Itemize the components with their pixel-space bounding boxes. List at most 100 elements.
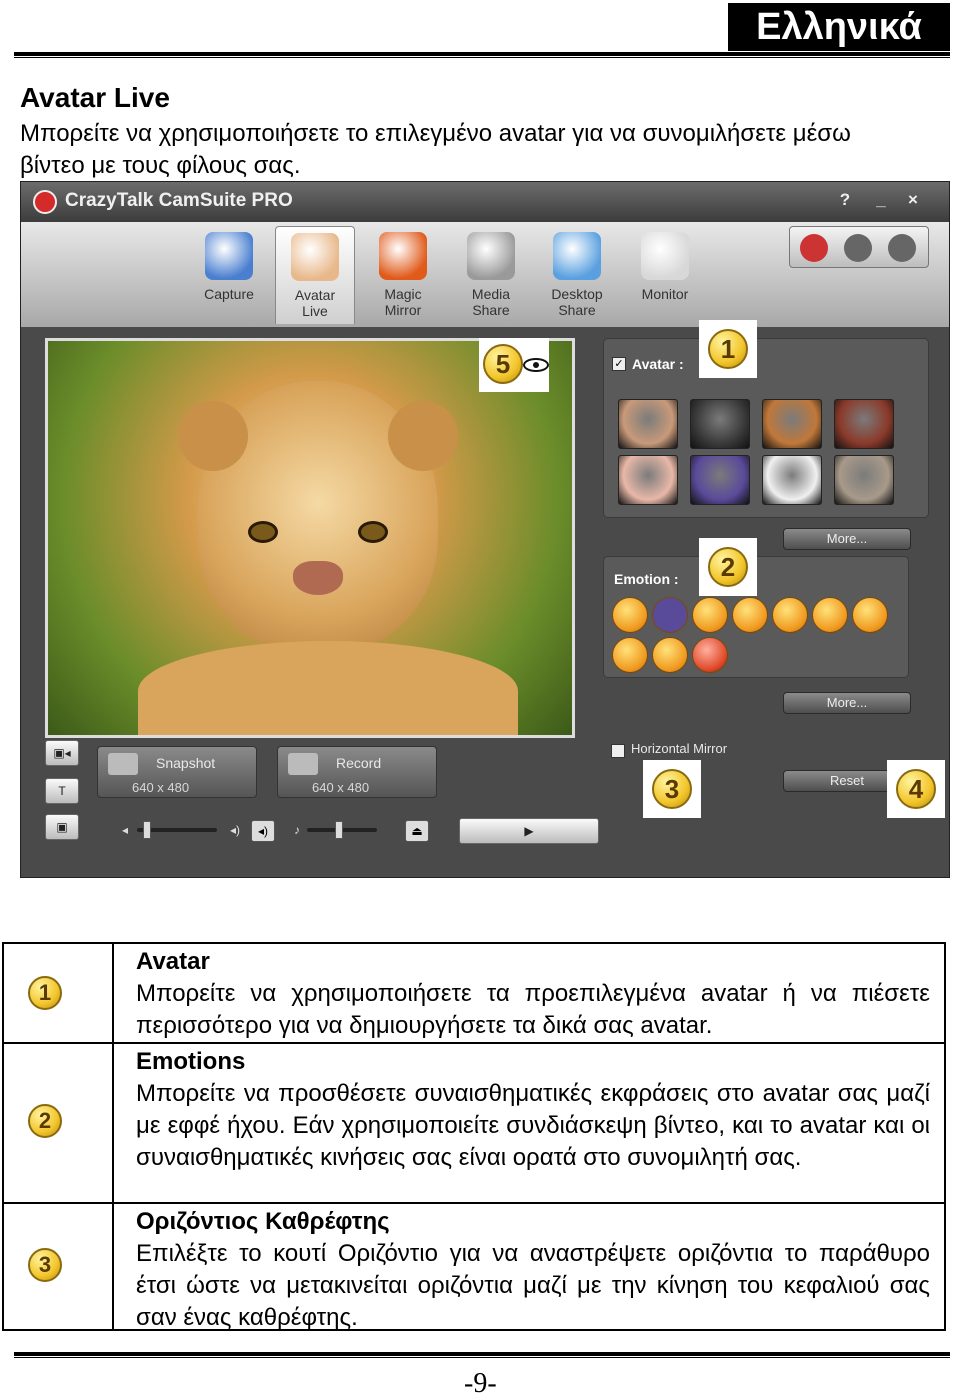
help-button[interactable]: ? [835,190,855,210]
record-thumb-icon [288,753,318,775]
description-text: Avatar Μπορείτε να χρησιμοποιήσετε τα πρ… [136,946,930,1042]
emotion-icon[interactable] [732,597,768,633]
avatar-panel: ✓ Avatar : [603,338,929,518]
horizontal-mirror-label: Horizontal Mirror [631,741,728,756]
row-body: Επιλέξτε το κουτί Οριζόντιο για να αναστ… [136,1240,930,1331]
app-title: CrazyTalk CamSuite PRO [65,190,293,211]
number-3-icon: 3 [28,1248,62,1282]
video-source-button[interactable]: ▣◂ [45,740,79,766]
avatar-thumb[interactable] [618,455,678,505]
avatar-thumb[interactable] [762,399,822,449]
video-preview [45,338,575,738]
snapshot-button[interactable]: Snapshot 640 x 480 [97,746,257,798]
eye-icon[interactable] [523,358,549,372]
record-button[interactable]: Record 640 x 480 [277,746,437,798]
snapshot-resolution: 640 x 480 [132,780,190,795]
callout-5: 5 [479,338,549,392]
emotion-icon[interactable] [652,597,688,633]
emotion-icon[interactable] [612,597,648,633]
page-number: -9- [464,1368,497,1399]
tool-label: Capture [204,286,254,302]
avatar-thumb[interactable] [690,455,750,505]
avatar-thumb[interactable] [690,399,750,449]
row-title: Avatar [136,948,210,975]
avatar-thumb[interactable] [762,455,822,505]
speaker-low-icon: ◂ [121,823,129,837]
snapshot-label: Snapshot [156,755,216,771]
tool-label: Magic Mirror [384,286,422,318]
number-2-icon: 2 [28,1104,62,1138]
tool-monitor[interactable]: Monitor [625,226,705,324]
volume-slider[interactable] [137,821,217,839]
tool-desktop-share[interactable]: Desktop Share [537,226,617,324]
emotion-icon[interactable] [852,597,888,633]
table-row: 1 Avatar Μπορείτε να χρησιμοποιήσετε τα … [4,944,944,1042]
close-button[interactable]: × [903,190,923,210]
avatar-thumb[interactable] [834,399,894,449]
top-rule [14,52,950,58]
callout-3: 3 [643,760,701,818]
table-row: 3 Οριζόντιος Καθρέφτης Επιλέξτε το κουτί… [4,1202,944,1331]
icon-cell: 2 [4,1044,114,1202]
background-music-button[interactable]: ⏏ [405,820,429,842]
tool-capture[interactable]: Capture [189,226,269,324]
gear-icon[interactable] [844,234,872,262]
lion-cub-image [178,381,458,651]
webcam-icon [205,232,253,280]
tool-label: Media Share [471,286,511,318]
film-button[interactable]: ▣ [45,814,79,840]
music-note-icon: ♪ [294,823,300,837]
baby-face-icon [291,233,339,281]
mask-icon [379,232,427,280]
app-logo-icon [33,190,57,214]
intro-text: Μπορείτε να χρησιμοποιήσετε το επιλεγμέν… [20,120,851,179]
emotion-icon[interactable] [612,637,648,673]
section-title: Avatar Live [20,82,170,113]
snapshot-thumb-icon [108,753,138,775]
icon-cell: 3 [4,1204,114,1330]
icon-cell: 1 [4,944,114,1042]
avatar-thumb[interactable] [834,455,894,505]
avatar-more-button[interactable]: More... [783,528,911,550]
description-table: 1 Avatar Μπορείτε να χρησιμοποιήσετε τα … [2,942,946,1331]
bottom-rule [14,1352,950,1358]
security-camera-icon [641,232,689,280]
avatar-panel-title: Avatar : [632,356,684,372]
emotion-more-button[interactable]: More... [783,692,911,714]
camera-settings-icon[interactable] [888,234,916,262]
row-body: Μπορείτε να προσθέσετε συναισθηματικές ε… [136,1080,930,1171]
number-1-icon: 1 [28,976,62,1010]
tool-media-share[interactable]: Media Share [451,226,531,324]
callout-1: 1 [699,320,757,378]
emotion-icon[interactable] [692,597,728,633]
play-button[interactable]: ▶ [459,818,599,844]
callout-4: 4 [887,760,945,818]
language-badge: Ελληνικά [728,3,950,51]
app-screenshot: CrazyTalk CamSuite PRO ? _ × Capture Ava… [20,181,950,878]
no-camera-icon[interactable] [800,234,828,262]
emotion-icon[interactable] [652,637,688,673]
text-tool-button[interactable]: T [45,778,79,804]
row-title: Οριζόντιος Καθρέφτης [136,1208,390,1235]
mute-button[interactable]: ◂) [251,820,275,842]
app-titlebar: CrazyTalk CamSuite PRO ? _ × [21,182,949,222]
avatar-thumb[interactable] [618,399,678,449]
tool-magic-mirror[interactable]: Magic Mirror [363,226,443,324]
table-row: 2 Emotions Μπορείτε να προσθέσετε συναισ… [4,1042,944,1202]
horizontal-mirror-checkbox[interactable] [611,744,625,758]
record-label: Record [336,755,382,771]
avatar-checkbox[interactable]: ✓ [612,357,626,371]
mode-toolbar: Capture Avatar Live Magic Mirror Media S… [21,222,949,327]
row-title: Emotions [136,1048,246,1075]
callout-2: 2 [699,538,757,596]
emotion-icon[interactable] [772,597,808,633]
emotion-icon[interactable] [812,597,848,633]
tool-label: Avatar Live [294,287,336,319]
minimize-button[interactable]: _ [871,190,891,210]
emotion-icon[interactable] [692,637,728,673]
music-volume-slider[interactable] [307,821,377,839]
tool-avatar-live[interactable]: Avatar Live [275,226,355,324]
monitors-icon [553,232,601,280]
description-text: Οριζόντιος Καθρέφτης Επιλέξτε το κουτί Ο… [136,1206,930,1334]
tool-label: Desktop Share [551,286,603,318]
